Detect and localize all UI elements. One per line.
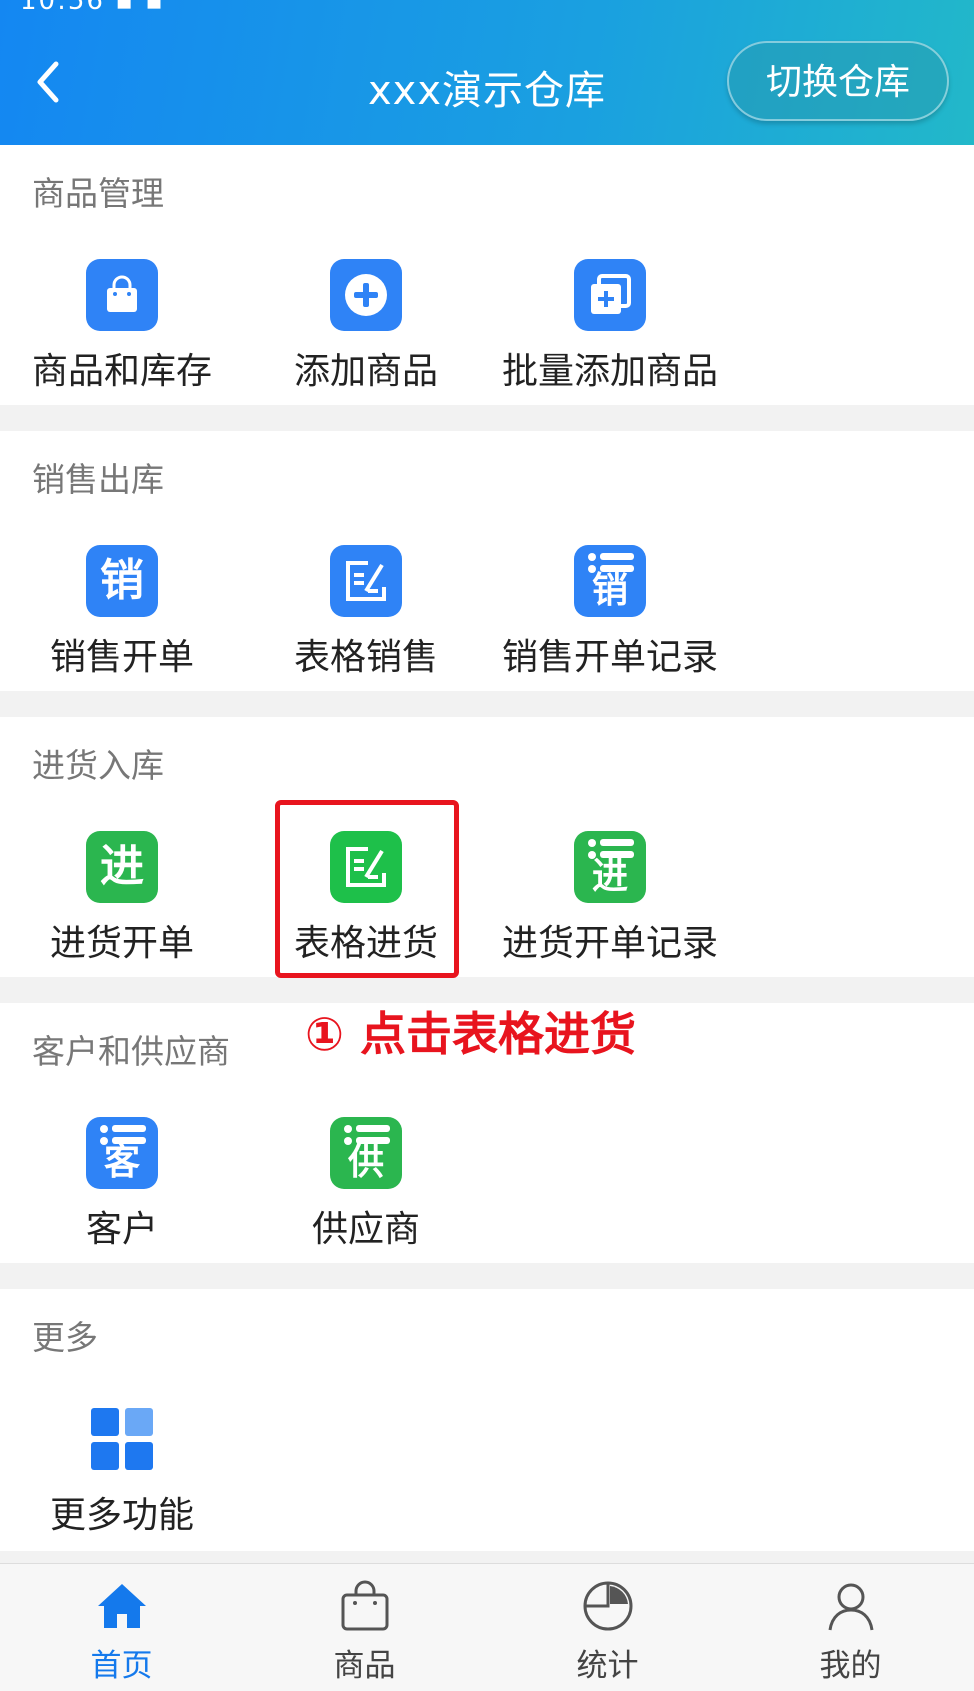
supplier-icon: 供 (330, 1117, 402, 1189)
grid-icon (86, 1403, 158, 1475)
switch-warehouse-button[interactable]: 切换仓库 (727, 41, 949, 121)
section-title: 商品管理 (32, 174, 164, 213)
app-header: 10:56 ▪ ▪ xxx演示仓库 切换仓库 (0, 0, 974, 145)
item-label: 销售开单 (49, 637, 194, 678)
plus-circle-icon (330, 259, 402, 331)
item-label: 销售开单记录 (501, 637, 718, 678)
more-features-item[interactable]: 更多功能 (0, 1389, 244, 1549)
item-label: 客户 (85, 1209, 158, 1250)
table-sales-item[interactable]: 表格销售 (244, 531, 488, 691)
tab-label: 我的 (819, 1648, 882, 1684)
tile-glyph: 供 (347, 1142, 384, 1183)
item-label: 供应商 (311, 1209, 420, 1250)
section-purchase-inbound: 进货入库 进 进货开单 表格进货 进 进货开单记录 (0, 717, 974, 977)
user-icon (828, 1583, 874, 1631)
purchase-record-item[interactable]: 进 进货开单记录 (488, 817, 732, 977)
item-label: 进货开单记录 (501, 923, 718, 964)
section-title: 客户和供应商 (32, 1032, 230, 1071)
pie-chart-icon (583, 1581, 633, 1631)
sales-order-icon: 销 (86, 545, 158, 617)
section-more: 更多 更多功能 (0, 1289, 974, 1551)
batch-add-goods-item[interactable]: 批量添加商品 (488, 245, 732, 405)
tab-goods[interactable]: 商品 (243, 1564, 486, 1691)
add-goods-item[interactable]: 添加商品 (244, 245, 488, 405)
section-title: 进货入库 (32, 746, 164, 785)
home-icon (98, 1584, 146, 1628)
sales-order-item[interactable]: 销 销售开单 (0, 531, 244, 691)
table-edit-icon (330, 831, 402, 903)
sales-record-item[interactable]: 销 销售开单记录 (488, 531, 732, 691)
item-label: 进货开单 (49, 923, 194, 964)
item-label: 批量添加商品 (501, 351, 718, 392)
goods-and-stock-item[interactable]: 商品和库存 (0, 245, 244, 405)
tile-glyph: 进 (100, 841, 144, 892)
tab-mine[interactable]: 我的 (729, 1564, 972, 1691)
tab-label: 统计 (576, 1648, 639, 1684)
table-edit-icon (330, 545, 402, 617)
tab-label: 商品 (333, 1648, 396, 1684)
section-sales-outbound: 销售出库 销 销售开单 表格销售 销 销售开单记录 (0, 431, 974, 691)
customer-icon: 客 (86, 1117, 158, 1189)
tile-glyph: 销 (591, 570, 628, 611)
sales-record-icon: 销 (574, 545, 646, 617)
tile-glyph: 进 (591, 856, 628, 897)
tab-home[interactable]: 首页 (0, 1564, 243, 1691)
item-label: 更多功能 (49, 1495, 194, 1536)
purchase-order-item[interactable]: 进 进货开单 (0, 817, 244, 977)
item-label: 添加商品 (293, 351, 438, 392)
item-label: 商品和库存 (31, 351, 212, 392)
section-title: 更多 (32, 1318, 98, 1357)
purchase-record-icon: 进 (574, 831, 646, 903)
tile-glyph: 销 (100, 555, 144, 606)
tab-label: 首页 (90, 1648, 153, 1684)
customer-item[interactable]: 客 客户 (0, 1103, 244, 1263)
supplier-item[interactable]: 供 供应商 (244, 1103, 488, 1263)
section-title: 销售出库 (32, 460, 164, 499)
bag-icon (341, 1580, 389, 1631)
tab-statistics[interactable]: 统计 (486, 1564, 729, 1691)
section-goods-management: 商品管理 商品和库存 添加商品 批量添加商品 (0, 145, 974, 405)
tile-glyph: 客 (103, 1142, 140, 1183)
batch-add-icon (574, 259, 646, 331)
status-bar: 10:56 ▪ ▪ (20, 0, 165, 16)
item-label: 表格销售 (293, 637, 438, 678)
table-purchase-item[interactable]: 表格进货 (244, 817, 488, 977)
purchase-order-icon: 进 (86, 831, 158, 903)
shopping-bag-icon (86, 259, 158, 331)
item-label: 表格进货 (293, 923, 438, 964)
annotation-text: ① 点击表格进货 (305, 1007, 636, 1061)
bottom-tab-bar: 首页 商品 统计 我的 (0, 1563, 974, 1691)
